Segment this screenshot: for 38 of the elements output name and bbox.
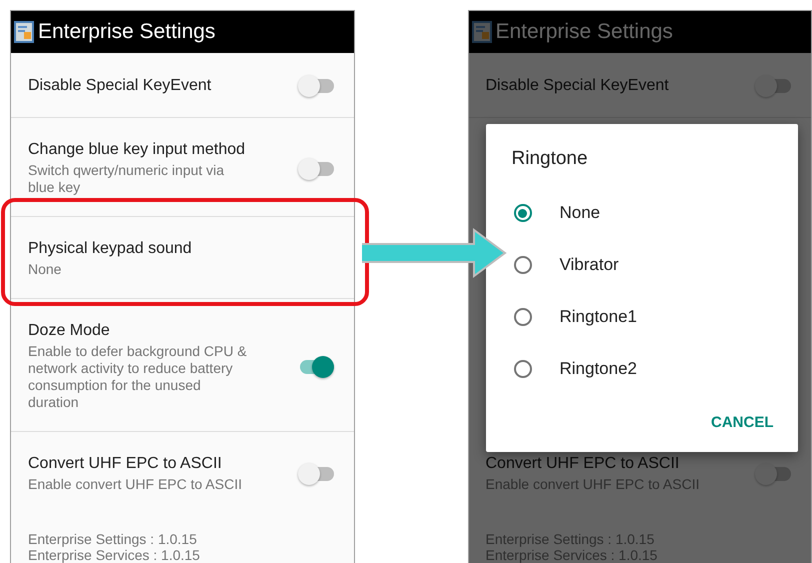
toggle-switch[interactable] (755, 463, 791, 485)
version-text: Enterprise Services : 1.0.15 (28, 547, 201, 563)
app-title: Enterprise Settings (38, 20, 216, 44)
toggle-switch[interactable] (755, 75, 791, 97)
app-icon (14, 21, 34, 43)
radio-button[interactable] (514, 360, 532, 378)
setting-summary: Enable convert UHF EPC to ASCII (28, 476, 243, 493)
radio-button[interactable] (514, 256, 532, 274)
toggle-switch[interactable] (298, 75, 334, 97)
radio-button[interactable] (514, 204, 532, 222)
settings-row[interactable]: Doze Mode Enable to defer background CPU & network activity to reduce battery consumption for the unused duration (11, 300, 354, 432)
version-text: Enterprise Settings : 1.0.15 (28, 531, 198, 547)
setting-summary: Switch qwerty/numeric input via blue key (28, 162, 226, 196)
toggle-switch[interactable] (298, 356, 334, 378)
option-label[interactable]: Ringtone1 (560, 307, 638, 327)
option-label[interactable]: Ringtone2 (560, 359, 638, 379)
setting-summary: None (28, 261, 62, 278)
settings-row[interactable]: Disable Special KeyEvent (11, 53, 354, 118)
settings-row[interactable]: Convert UHF EPC to ASCII Enable convert UHF EPC to ASCII (11, 433, 354, 501)
app-icon (472, 21, 492, 43)
setting-title: Convert UHF EPC to ASCII (486, 455, 680, 473)
setting-title: Change blue key input method (28, 141, 246, 159)
setting-title: Doze Mode (28, 322, 111, 340)
cancel-button[interactable]: CANCEL (703, 406, 782, 439)
setting-title: Physical keypad sound (28, 240, 193, 258)
app-title: Enterprise Settings (496, 20, 673, 44)
option-label[interactable]: None (560, 203, 600, 223)
dialog-title: Ringtone (512, 148, 588, 170)
settings-row[interactable]: Change blue key input method Switch qwerty/numeric input via blue key (11, 119, 354, 217)
option-label[interactable]: Vibrator (560, 255, 619, 275)
toggle-switch[interactable] (298, 158, 334, 180)
setting-title: Disable Special KeyEvent (486, 77, 670, 95)
settings-row[interactable]: Physical keypad sound None (11, 218, 354, 299)
setting-summary: Enable to defer background CPU & network activity to reduce battery consumption for the unused duration (28, 343, 248, 411)
radio-button[interactable] (514, 308, 532, 326)
toggle-switch[interactable] (298, 463, 334, 485)
setting-title: Disable Special KeyEvent (28, 77, 212, 95)
setting-title: Convert UHF EPC to ASCII (28, 455, 223, 473)
